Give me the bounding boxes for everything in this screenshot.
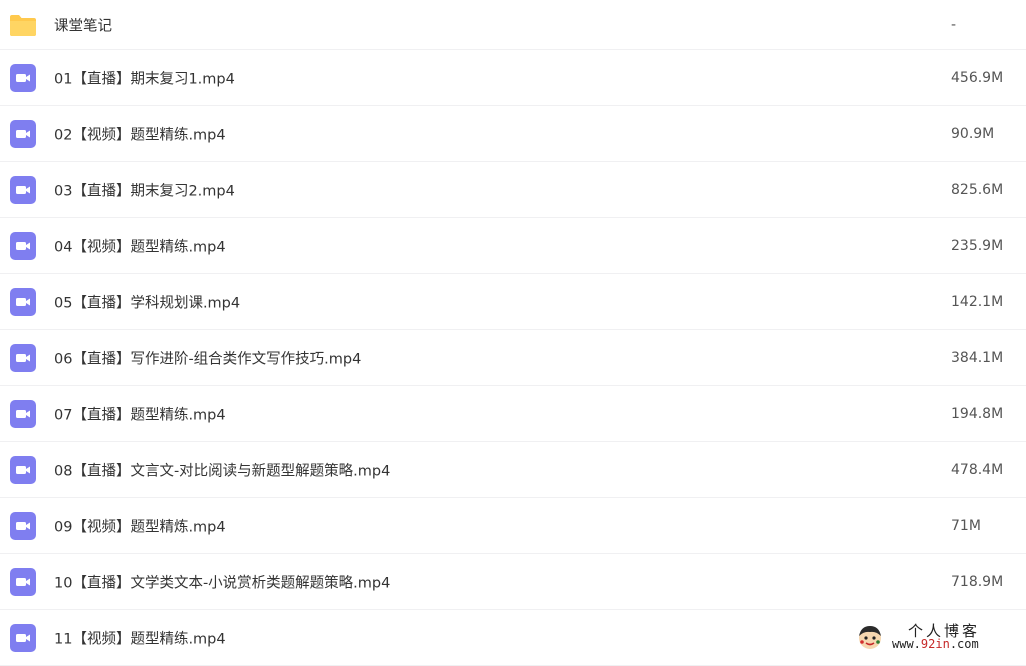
video-file-icon	[10, 511, 36, 540]
blog-watermark: 个人博客 www.92in.com	[856, 620, 1016, 656]
file-row[interactable]: 03【直播】期末复习2.mp4 825.6M	[0, 162, 1026, 218]
video-file-icon	[10, 567, 36, 596]
folder-icon	[10, 14, 36, 36]
video-file-icon	[10, 231, 36, 260]
file-row[interactable]: 05【直播】学科规划课.mp4 142.1M	[0, 274, 1026, 330]
video-file-icon	[10, 455, 36, 484]
file-name: 05【直播】学科规划课.mp4	[54, 295, 241, 311]
file-row-folder[interactable]: 课堂笔记 -	[0, 0, 1026, 50]
file-size: 718.9M	[951, 573, 1004, 590]
file-row[interactable]: 09【视频】题型精炼.mp4 71M	[0, 498, 1026, 554]
watermark-url-suffix: .com	[949, 637, 979, 651]
file-size: 825.6M	[951, 181, 1004, 198]
file-name: 01【直播】期末复习1.mp4	[54, 71, 235, 87]
file-row[interactable]: 02【视频】题型精练.mp4 90.9M	[0, 106, 1026, 162]
video-file-icon	[10, 287, 36, 316]
file-size: 90.9M	[951, 125, 995, 142]
file-size: 384.1M	[951, 349, 1004, 366]
watermark-url: www.92in.com	[892, 637, 979, 651]
video-file-icon	[10, 343, 36, 372]
video-file-icon	[10, 399, 36, 428]
file-size: 478.4M	[951, 461, 1004, 478]
video-file-icon	[10, 623, 36, 652]
file-size: -	[951, 16, 957, 33]
watermark-url-highlight: 92in	[920, 637, 950, 651]
file-size: 456.9M	[951, 69, 1004, 86]
file-row[interactable]: 08【直播】文言文-对比阅读与新题型解题策略.mp4 478.4M	[0, 442, 1026, 498]
file-name: 课堂笔记	[54, 18, 112, 34]
file-size: 142.1M	[951, 293, 1004, 310]
file-name: 09【视频】题型精炼.mp4	[54, 519, 226, 535]
file-name: 07【直播】题型精练.mp4	[54, 407, 226, 423]
video-file-icon	[10, 119, 36, 148]
file-name: 02【视频】题型精练.mp4	[54, 127, 226, 143]
file-name: 08【直播】文言文-对比阅读与新题型解题策略.mp4	[54, 463, 391, 479]
file-size: 71M	[951, 517, 981, 534]
file-size: 235.9M	[951, 237, 1004, 254]
file-name: 06【直播】写作进阶-组合类作文写作技巧.mp4	[54, 351, 362, 367]
file-row[interactable]: 01【直播】期末复习1.mp4 456.9M	[0, 50, 1026, 106]
file-name: 03【直播】期末复习2.mp4	[54, 183, 235, 199]
file-name: 10【直播】文学类文本-小说赏析类题解题策略.mp4	[54, 575, 391, 591]
file-name: 11【视频】题型精练.mp4	[54, 631, 226, 647]
file-size: 194.8M	[951, 405, 1004, 422]
file-row[interactable]: 07【直播】题型精练.mp4 194.8M	[0, 386, 1026, 442]
file-name: 04【视频】题型精练.mp4	[54, 239, 226, 255]
file-row[interactable]: 04【视频】题型精练.mp4 235.9M	[0, 218, 1026, 274]
video-file-icon	[10, 175, 36, 204]
video-file-icon	[10, 63, 36, 92]
mascot-logo-icon	[859, 626, 881, 649]
file-list: 课堂笔记 - 01【直播】期末复习1.mp4 456.9M 02【视频】题型精练…	[0, 0, 1026, 666]
watermark-url-prefix: www.	[892, 637, 921, 651]
file-row[interactable]: 06【直播】写作进阶-组合类作文写作技巧.mp4 384.1M	[0, 330, 1026, 386]
file-row[interactable]: 10【直播】文学类文本-小说赏析类题解题策略.mp4 718.9M	[0, 554, 1026, 610]
